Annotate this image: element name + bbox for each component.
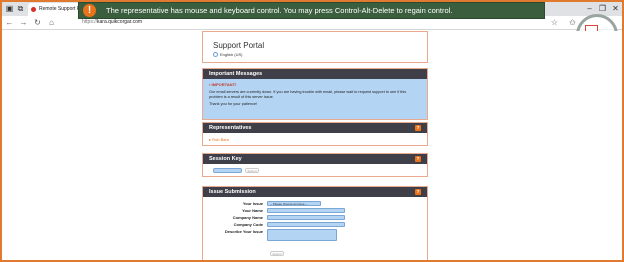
issue-form: Your Issue -- Please choose an issue -- …	[203, 197, 427, 260]
company-name-field[interactable]	[267, 215, 345, 220]
remote-session-frame: ▣ ⧉ Remote Support Portal × + – ❐ ✕ ← → …	[0, 0, 624, 262]
panel-heading-text: Issue Submission	[209, 189, 256, 195]
company-code-field[interactable]	[267, 222, 345, 227]
message-line: Thank you for your patience!	[209, 102, 258, 106]
representatives-panel: Representatives ? ▸ Rob Barn	[202, 122, 428, 146]
language-selector[interactable]: English (US)	[213, 52, 243, 58]
panel-heading: Session Key ?	[203, 154, 427, 164]
banner-message: The representative has mouse and keyboar…	[106, 6, 453, 15]
issue-submission-panel: Issue Submission ? Your Issue -- Please …	[202, 186, 428, 260]
panel-heading: Representatives ?	[203, 123, 427, 133]
url-host: kara.quikcorgar.com	[97, 19, 143, 25]
panel-heading: Important Messages	[203, 69, 427, 79]
forward-icon[interactable]: →	[19, 18, 28, 27]
language-label: English (US)	[220, 52, 243, 57]
issue-select[interactable]: -- Please choose an issue --	[267, 201, 321, 206]
important-messages-panel: Important Messages ▪ IMPORTANT! Our emai…	[202, 68, 428, 120]
list-item[interactable]: ▸ Rob Barn	[209, 137, 421, 142]
panel-heading-text: Session Key	[209, 156, 242, 162]
window-close-icon[interactable]: ✕	[611, 4, 620, 13]
messages-body: ▪ IMPORTANT! Our email servers are curre…	[203, 79, 427, 119]
favorites-icon[interactable]: ✩	[568, 18, 577, 27]
help-icon[interactable]: ?	[415, 125, 421, 131]
portal-favicon-icon	[31, 7, 36, 12]
representative-name: Rob Barn	[212, 137, 230, 142]
session-key-panel: Session Key ? Submit	[202, 153, 428, 177]
home-icon[interactable]: ⌂	[47, 18, 56, 27]
important-label: ▪ IMPORTANT!	[209, 82, 237, 87]
globe-icon	[213, 52, 218, 58]
reload-icon[interactable]: ↻	[33, 18, 42, 27]
remote-control-banner: ! The representative has mouse and keybo…	[78, 2, 545, 19]
panel-heading-text: Representatives	[209, 125, 252, 131]
tab-actions-icon[interactable]: ⧉	[16, 4, 25, 13]
describe-issue-label: Describe Your Issue	[224, 229, 263, 234]
address-bar[interactable]: https://kara.quikcorgar.com	[82, 18, 142, 27]
back-icon[interactable]: ←	[5, 18, 14, 27]
bookmark-star-icon[interactable]: ☆	[550, 18, 559, 27]
representatives-list: ▸ Rob Barn	[203, 133, 427, 145]
message-line: problem is a result of this server issue…	[209, 95, 274, 99]
describe-issue-textarea[interactable]	[267, 229, 337, 241]
help-icon[interactable]: ?	[415, 189, 421, 195]
company-code-label: Company Code	[233, 222, 263, 227]
session-key-body: Submit	[203, 164, 427, 176]
your-issue-label: Your Issue	[242, 201, 263, 206]
portal-header: Support Portal English (US)	[202, 31, 428, 63]
your-name-field[interactable]	[267, 208, 345, 213]
page-title: Support Portal	[213, 41, 265, 50]
important-text: IMPORTANT!	[211, 82, 237, 87]
your-name-label: Your Name	[242, 208, 263, 213]
minimize-icon[interactable]: –	[585, 4, 594, 13]
url-prefix: https://	[82, 19, 98, 25]
window-menu-icon[interactable]: ▣	[5, 4, 14, 13]
issue-submit-button[interactable]: Submit	[270, 251, 284, 256]
session-key-input[interactable]	[213, 168, 242, 173]
warning-icon: !	[83, 4, 96, 17]
company-name-label: Company Name	[232, 215, 263, 220]
page-viewport: Support Portal English (US) Important Me…	[2, 31, 622, 260]
panel-heading: Issue Submission ?	[203, 187, 427, 197]
maximize-icon[interactable]: ❐	[598, 4, 607, 13]
session-key-submit-button[interactable]: Submit	[245, 168, 259, 173]
help-icon[interactable]: ?	[415, 156, 421, 162]
